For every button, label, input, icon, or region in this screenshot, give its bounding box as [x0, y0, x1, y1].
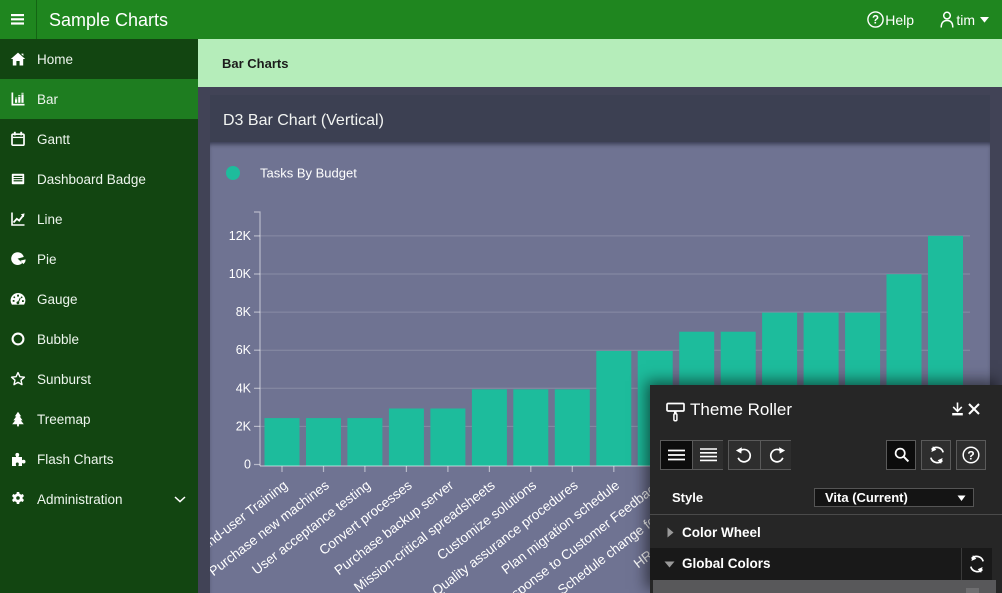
- svg-text:12K: 12K: [229, 229, 252, 243]
- svg-text:6K: 6K: [236, 343, 252, 357]
- svg-text:2K: 2K: [236, 419, 252, 433]
- svg-text:4K: 4K: [236, 381, 252, 395]
- svg-text:?: ?: [872, 15, 879, 27]
- svg-text:8K: 8K: [236, 305, 252, 319]
- svg-text:0: 0: [244, 458, 251, 472]
- svg-text:?: ?: [967, 448, 974, 462]
- svg-text:10K: 10K: [229, 267, 252, 281]
- svg-text:Tasks By Budget: Tasks By Budget: [260, 166, 357, 181]
